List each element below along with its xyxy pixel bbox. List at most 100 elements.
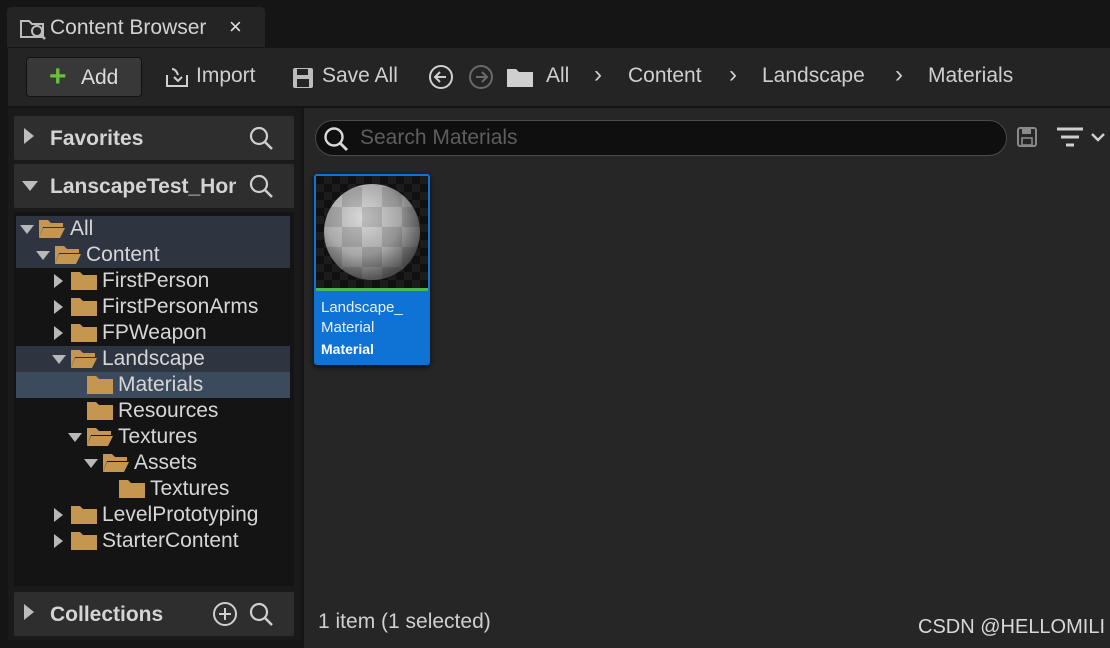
- import-button-label: Import: [196, 64, 256, 87]
- tree-item[interactable]: Materials: [16, 372, 290, 398]
- add-button[interactable]: + Add: [26, 57, 142, 97]
- open-folder-icon: [87, 428, 113, 446]
- filter-icon[interactable]: [1056, 124, 1106, 152]
- tree-item[interactable]: FirstPerson: [16, 268, 290, 294]
- open-folder-icon: [55, 246, 81, 264]
- close-icon[interactable]: ×: [229, 14, 242, 40]
- folder-icon: [71, 272, 97, 290]
- asset-name: Landscape_ Material: [321, 299, 403, 336]
- import-icon: [166, 68, 188, 87]
- asset-tile-landscape-material[interactable]: Landscape_ Material Material: [314, 174, 430, 365]
- expand-arrow-icon[interactable]: [54, 534, 63, 548]
- tree-item-label: FirstPerson: [102, 269, 210, 292]
- content-browser-icon: [20, 20, 46, 40]
- collections-header[interactable]: Collections: [14, 592, 294, 636]
- tree-item-label: StarterContent: [102, 529, 239, 552]
- watermark: CSDN @HELLOMILI: [918, 616, 1106, 638]
- expand-arrow-icon[interactable]: [54, 274, 63, 288]
- expand-arrow-icon[interactable]: [54, 326, 63, 340]
- expand-arrow-icon[interactable]: [54, 508, 63, 522]
- save-all-button-label: Save All: [322, 64, 398, 87]
- collapse-arrow-icon[interactable]: [36, 251, 50, 260]
- add-button-label: Add: [81, 66, 119, 89]
- folder-icon[interactable]: [506, 66, 534, 88]
- tree-item[interactable]: Resources: [16, 398, 290, 424]
- material-sphere-icon: [324, 184, 420, 280]
- breadcrumb-content[interactable]: Content: [628, 64, 702, 88]
- tree-item[interactable]: Textures: [16, 476, 290, 502]
- search-input[interactable]: [360, 125, 990, 151]
- search-icon: [324, 127, 348, 151]
- tree-item[interactable]: Textures: [16, 424, 290, 450]
- open-folder-icon: [39, 220, 65, 238]
- breadcrumb-all[interactable]: All: [546, 64, 569, 88]
- folder-icon: [71, 532, 97, 550]
- folder-icon: [119, 480, 145, 498]
- expand-arrow-icon[interactable]: [54, 300, 63, 314]
- asset-thumbnail: [316, 176, 428, 288]
- chevron-right-icon[interactable]: ›: [895, 61, 903, 89]
- collapse-arrow-icon[interactable]: [68, 433, 82, 442]
- expand-arrow-icon[interactable]: [24, 128, 34, 144]
- tab-title: Content Browser: [50, 16, 207, 39]
- chevron-right-icon[interactable]: ›: [594, 61, 602, 89]
- search-icon[interactable]: [248, 173, 274, 199]
- tree-item[interactable]: All: [16, 216, 290, 242]
- tab-bar: Content Browser ×: [0, 0, 1110, 48]
- folder-icon: [71, 506, 97, 524]
- tree-item[interactable]: FPWeapon: [16, 320, 290, 346]
- tree-item-label: Resources: [118, 399, 219, 422]
- folder-icon: [71, 298, 97, 316]
- folder-icon: [71, 324, 97, 342]
- tree-item[interactable]: Assets: [16, 450, 290, 476]
- tree-item[interactable]: Content: [16, 242, 290, 268]
- tree-item-label: All: [70, 217, 94, 240]
- tree-item[interactable]: FirstPersonArms: [16, 294, 290, 320]
- breadcrumb-materials[interactable]: Materials: [928, 64, 1013, 88]
- folder-tree: All Content FirstPerson FirstPersonArms FPWe…: [14, 212, 294, 586]
- tree-item[interactable]: Landscape: [16, 346, 290, 372]
- folder-icon: [87, 402, 113, 420]
- tree-item-label: FPWeapon: [102, 321, 207, 344]
- tree-item[interactable]: StarterContent: [16, 528, 290, 554]
- collapse-arrow-icon[interactable]: [84, 459, 98, 468]
- search-icon[interactable]: [248, 601, 274, 627]
- favorites-title: Favorites: [50, 127, 144, 150]
- tree-item-label: Assets: [134, 451, 198, 474]
- expand-arrow-icon[interactable]: [24, 604, 34, 620]
- sources-panel: Favorites LanscapeTest_Hon All Content Fir…: [8, 108, 301, 640]
- toolbar: + Add Import Save All All › Content › La…: [8, 48, 1110, 106]
- collapse-arrow-icon[interactable]: [22, 181, 38, 191]
- add-collection-icon[interactable]: [212, 601, 238, 627]
- tree-item-label: Textures: [150, 477, 230, 500]
- collections-title: Collections: [50, 603, 164, 626]
- save-search-icon[interactable]: [1016, 126, 1038, 148]
- tree-item-label: LevelPrototyping: [102, 503, 259, 526]
- tree-item-label: FirstPersonArms: [102, 295, 259, 318]
- project-title: LanscapeTest_Hon: [50, 175, 236, 198]
- open-folder-icon: [71, 350, 97, 368]
- folder-icon: [87, 376, 113, 394]
- tree-item-label: Content: [86, 243, 160, 266]
- project-header[interactable]: LanscapeTest_Hon: [14, 164, 294, 208]
- asset-type: Material: [321, 341, 374, 357]
- open-folder-icon: [103, 454, 129, 472]
- search-icon[interactable]: [248, 125, 274, 151]
- breadcrumb-landscape[interactable]: Landscape: [762, 64, 865, 88]
- status-text: 1 item (1 selected): [318, 610, 491, 633]
- tree-item-label: Landscape: [102, 347, 205, 370]
- search-box[interactable]: [315, 120, 1007, 156]
- forward-arrow-icon[interactable]: [468, 64, 494, 90]
- content-browser-tab[interactable]: Content Browser ×: [7, 7, 265, 47]
- tree-item[interactable]: LevelPrototyping: [16, 502, 290, 528]
- save-all-icon: [293, 68, 313, 88]
- collapse-arrow-icon[interactable]: [52, 355, 66, 364]
- asset-view: Landscape_ Material Material 1 item (1 s…: [304, 108, 1110, 648]
- asset-label-area: Landscape_ Material Material: [316, 291, 428, 363]
- collapse-arrow-icon[interactable]: [20, 225, 34, 234]
- favorites-header[interactable]: Favorites: [14, 116, 294, 160]
- tree-item-label: Textures: [118, 425, 198, 448]
- back-arrow-icon[interactable]: [428, 64, 454, 90]
- plus-icon: +: [49, 60, 67, 93]
- chevron-right-icon[interactable]: ›: [729, 61, 737, 89]
